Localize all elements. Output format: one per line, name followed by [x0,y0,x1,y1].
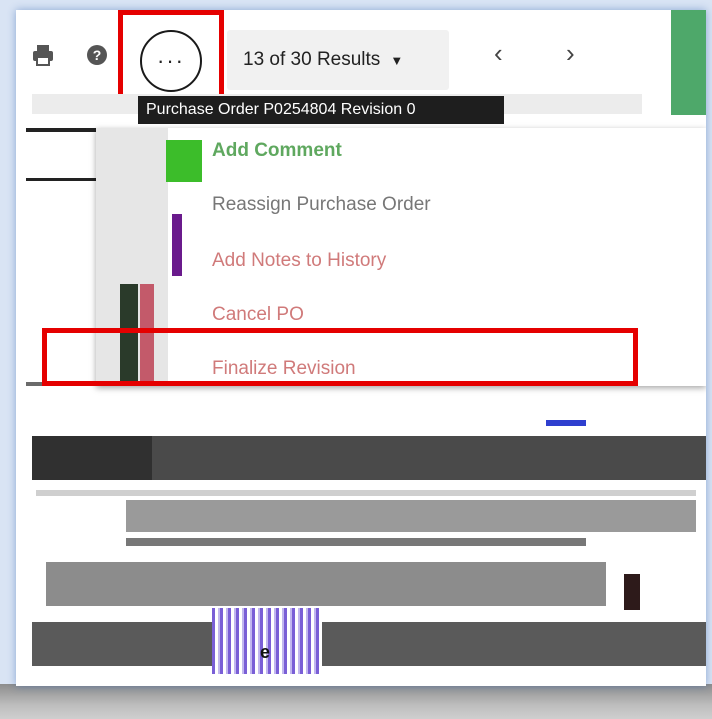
content-divider [126,538,586,546]
content-row-cell [32,436,152,480]
content-divider [36,490,696,496]
tooltip-text: Purchase Order P0254804 Revision 0 [146,101,416,118]
content-divider [126,500,696,532]
status-badge [546,420,586,426]
menu-item-cancel-po[interactable]: Cancel PO [212,304,304,326]
content-block [46,562,606,606]
more-actions-highlight: ··· [118,10,224,106]
dropdown-caret-icon: ▼ [390,52,404,68]
toolbar: ? ··· 13 of 30 Results ▼ ‹ › [16,10,706,106]
menu-accent [166,140,202,182]
print-icon[interactable] [32,44,54,66]
finalize-revision-highlight [42,328,638,386]
help-icon[interactable]: ? [86,44,108,66]
content-row [32,622,706,666]
results-dropdown[interactable]: 13 of 30 Results ▼ [227,30,449,90]
more-icon: ··· [157,48,185,73]
chevron-left-icon[interactable]: ‹ [494,38,503,69]
screenshot-frame: ? ··· 13 of 30 Results ▼ ‹ › Purchase Or… [16,10,706,686]
status-accent-bar [671,10,706,115]
menu-item-reassign[interactable]: Reassign Purchase Order [212,194,431,216]
svg-text:?: ? [93,47,102,63]
chevron-right-icon[interactable]: › [566,38,575,69]
tooltip: Purchase Order P0254804 Revision 0 [138,96,504,124]
content-pattern [212,608,322,674]
results-label: 13 of 30 Results [243,49,381,70]
more-actions-button[interactable]: ··· [140,30,202,92]
menu-item-add-notes[interactable]: Add Notes to History [212,250,386,272]
glyph: e [260,642,271,662]
page-bottom-shadow [0,684,712,719]
menu-item-add-comment[interactable]: Add Comment [212,140,342,162]
content-slot [624,574,640,610]
menu-accent [172,214,182,276]
